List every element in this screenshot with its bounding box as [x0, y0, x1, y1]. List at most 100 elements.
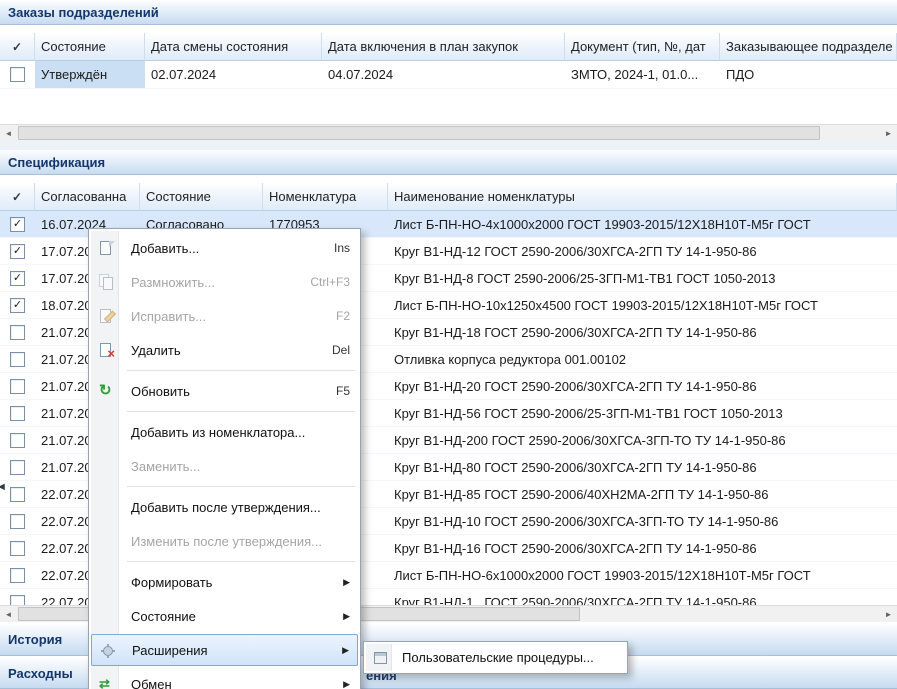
orders-plan-date-cell[interactable]: 04.07.2024: [322, 61, 565, 88]
scroll-left-button[interactable]: ◄: [0, 125, 17, 141]
orders-column-header-state[interactable]: Состояние: [35, 33, 145, 61]
row-checkbox[interactable]: ✓: [10, 244, 25, 259]
scroll-right-button[interactable]: ►: [880, 125, 897, 141]
orders-select-all-header[interactable]: ✓: [0, 33, 35, 61]
extensions-submenu: Пользовательские процедуры...: [363, 641, 628, 674]
orders-horizontal-scrollbar[interactable]: ◄ ►: [0, 124, 897, 141]
submenu-item-user-procedures[interactable]: Пользовательские процедуры...: [366, 644, 625, 671]
scroll-right-button[interactable]: ►: [880, 606, 897, 622]
del-icon: [98, 342, 114, 358]
menu-item-form[interactable]: Формировать▶: [91, 565, 358, 599]
row-checkbox[interactable]: [10, 460, 25, 475]
row-checkbox-cell: [0, 400, 35, 426]
menu-item-edit[interactable]: Исправить...F2: [91, 299, 358, 333]
spec-name-cell[interactable]: Круг В1-НД-200 ГОСТ 2590-2006/30ХГСА-3ГП…: [388, 427, 897, 453]
spec-name-cell[interactable]: Круг В1-НД-1.. ГОСТ 2590-2006/30ХГСА-2ГП…: [388, 589, 897, 605]
checkmark-icon: ✓: [12, 190, 22, 204]
orders-state-cell[interactable]: Утверждён: [35, 61, 145, 88]
menu-item-label: Расширения: [132, 643, 208, 658]
submenu-arrow-icon: ▶: [333, 679, 350, 689]
spec-name-cell[interactable]: Круг В1-НД-8 ГОСТ 2590-2006/25-3ГП-М1-ТВ…: [388, 265, 897, 291]
spec-column-header-state[interactable]: Состояние: [140, 183, 263, 211]
menu-item-state[interactable]: Состояние▶: [91, 599, 358, 633]
row-checkbox-cell: [0, 535, 35, 561]
spec-name-cell[interactable]: Лист Б-ПН-НО-6х1000х2000 ГОСТ 19903-2015…: [388, 562, 897, 588]
orders-department-cell[interactable]: ПДО: [720, 61, 897, 88]
spec-column-header-nomenclature[interactable]: Номенклатура: [263, 183, 388, 211]
spec-name-cell[interactable]: Круг В1-НД-20 ГОСТ 2590-2006/30ХГСА-2ГП …: [388, 373, 897, 399]
orders-column-header-department[interactable]: Заказывающее подразделе: [720, 33, 897, 61]
menu-item-add-from-nomenclator[interactable]: Добавить из номенклатора...: [91, 415, 358, 449]
row-checkbox[interactable]: [10, 595, 25, 606]
row-checkbox-cell: [0, 373, 35, 399]
row-checkbox-cell: [0, 454, 35, 480]
row-checkbox[interactable]: [10, 568, 25, 583]
expenses-panel-title: Расходны: [8, 666, 73, 681]
spec-name-cell[interactable]: Лист Б-ПН-НО-10х1250х4500 ГОСТ 19903-201…: [388, 292, 897, 318]
row-checkbox[interactable]: [10, 67, 25, 82]
ext-icon: [99, 642, 115, 658]
row-checkbox[interactable]: [10, 325, 25, 340]
specification-panel-header[interactable]: Спецификация: [0, 150, 897, 175]
submenu-arrow-icon: ▶: [333, 611, 350, 622]
orders-column-header-state-date[interactable]: Дата смены состояния: [145, 33, 322, 61]
menu-item-duplicate[interactable]: Размножить... Ctrl+F3: [91, 265, 358, 299]
scroll-left-arrow[interactable]: ◄: [0, 481, 7, 493]
row-checkbox[interactable]: [10, 487, 25, 502]
spec-column-header-agreed[interactable]: Согласованна: [35, 183, 140, 211]
row-checkbox[interactable]: [10, 433, 25, 448]
menu-item-label: Исправить...: [131, 309, 206, 324]
spec-name-cell[interactable]: Круг В1-НД-16 ГОСТ 2590-2006/30ХГСА-2ГП …: [388, 535, 897, 561]
menu-item-label: Добавить из номенклатора...: [131, 425, 305, 440]
specification-panel-title: Спецификация: [8, 155, 105, 170]
menu-item-edit-after-approval[interactable]: Изменить после утверждения...: [91, 524, 358, 558]
row-checkbox[interactable]: ✓: [10, 271, 25, 286]
spec-name-cell[interactable]: Круг В1-НД-56 ГОСТ 2590-2006/25-3ГП-М1-Т…: [388, 400, 897, 426]
orders-table-row[interactable]: Утверждён02.07.202404.07.2024ЗМТО, 2024-…: [0, 61, 897, 89]
scrollbar-thumb[interactable]: [18, 126, 820, 140]
spec-name-cell[interactable]: Отливка корпуса редуктора 001.00102: [388, 346, 897, 372]
orders-panel-title: Заказы подразделений: [8, 5, 159, 20]
spec-name-cell[interactable]: Круг В1-НД-12 ГОСТ 2590-2006/30ХГСА-2ГП …: [388, 238, 897, 264]
row-checkbox-cell: [0, 562, 35, 588]
row-checkbox[interactable]: ✓: [10, 298, 25, 313]
orders-state-date-cell[interactable]: 02.07.2024: [145, 61, 322, 88]
menu-item-shortcut: Ctrl+F3: [300, 275, 350, 289]
orders-rows-container: Утверждён02.07.202404.07.2024ЗМТО, 2024-…: [0, 61, 897, 89]
spec-column-header-name[interactable]: Наименование номенклатуры: [388, 183, 897, 211]
menu-item-label: Заменить...: [131, 459, 200, 474]
orders-column-header-document[interactable]: Документ (тип, №, дат: [565, 33, 720, 61]
row-checkbox[interactable]: ✓: [10, 217, 25, 232]
menu-item-refresh[interactable]: ОбновитьF5: [91, 374, 358, 408]
orders-document-cell[interactable]: ЗМТО, 2024-1, 01.0...: [565, 61, 720, 88]
spec-name-cell[interactable]: Круг В1-НД-18 ГОСТ 2590-2006/30ХГСА-2ГП …: [388, 319, 897, 345]
menu-item-add[interactable]: Добавить...Ins: [91, 231, 358, 265]
menu-item-replace[interactable]: Заменить...: [91, 449, 358, 483]
spec-name-cell[interactable]: Круг В1-НД-10 ГОСТ 2590-2006/30ХГСА-3ГП-…: [388, 508, 897, 534]
menu-item-delete[interactable]: УдалитьDel: [91, 333, 358, 367]
menu-item-add-after-approval[interactable]: Добавить после утверждения...: [91, 490, 358, 524]
spec-select-all-header[interactable]: ✓: [0, 183, 35, 211]
spec-grid-header: ✓ Согласованна Состояние Номенклатура На…: [0, 183, 897, 211]
orders-panel-header[interactable]: Заказы подразделений: [0, 0, 897, 25]
checkmark-icon: ✓: [12, 40, 22, 54]
row-checkbox[interactable]: [10, 514, 25, 529]
spec-name-cell[interactable]: Лист Б-ПН-НО-4х1000х2000 ГОСТ 19903-2015…: [388, 211, 897, 237]
menu-item-label: Добавить...: [131, 241, 199, 256]
orders-column-header-plan-date[interactable]: Дата включения в план закупок: [322, 33, 565, 61]
spec-name-cell[interactable]: Круг В1-НД-80 ГОСТ 2590-2006/30ХГСА-2ГП …: [388, 454, 897, 480]
row-checkbox[interactable]: [10, 541, 25, 556]
history-panel-title: История: [8, 632, 62, 647]
menu-item-extensions[interactable]: Расширения▶: [91, 634, 358, 666]
menu-item-label: Размножить...: [131, 275, 215, 290]
row-checkbox[interactable]: [10, 379, 25, 394]
row-checkbox-cell: ✓: [0, 211, 35, 237]
menu-item-label: Изменить после утверждения...: [131, 534, 322, 549]
row-checkbox-cell: [0, 319, 35, 345]
scroll-left-button[interactable]: ◄: [0, 606, 17, 622]
row-checkbox[interactable]: [10, 406, 25, 421]
row-checkbox[interactable]: [10, 352, 25, 367]
menu-item-exchange[interactable]: Обмен▶: [91, 667, 358, 689]
spec-name-cell[interactable]: Круг В1-НД-85 ГОСТ 2590-2006/40ХН2МА-2ГП…: [388, 481, 897, 507]
row-checkbox-cell: [0, 508, 35, 534]
